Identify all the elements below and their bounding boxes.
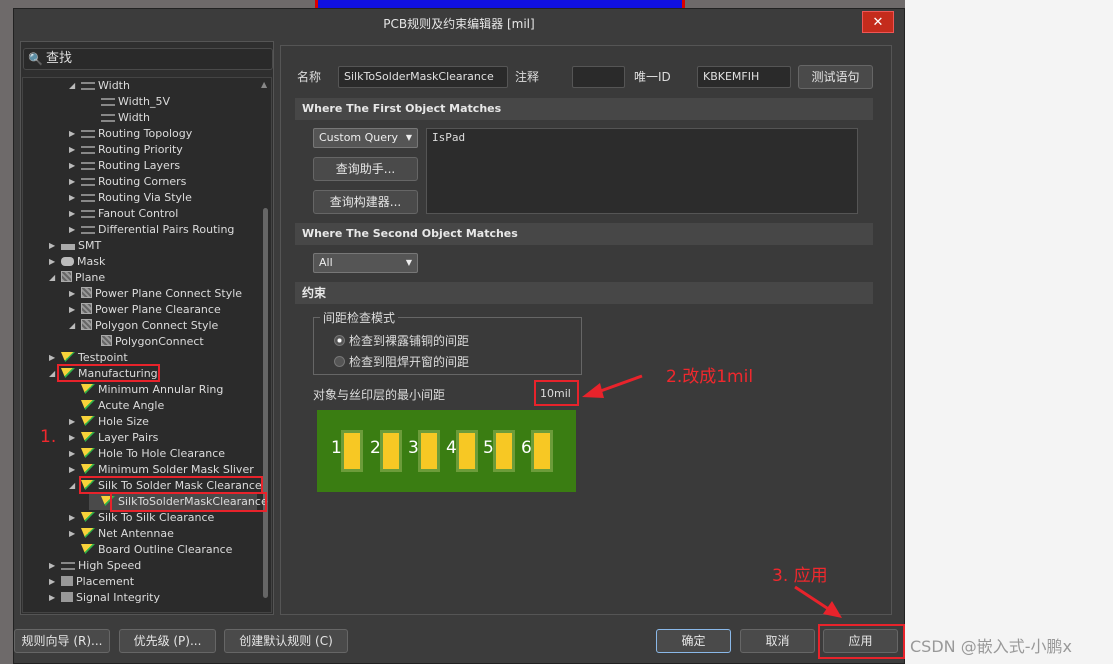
annotation-arrows — [582, 374, 842, 618]
watermark: CSDN @嵌入式-小鹏x — [910, 637, 1072, 656]
arrow-icon — [582, 374, 842, 618]
